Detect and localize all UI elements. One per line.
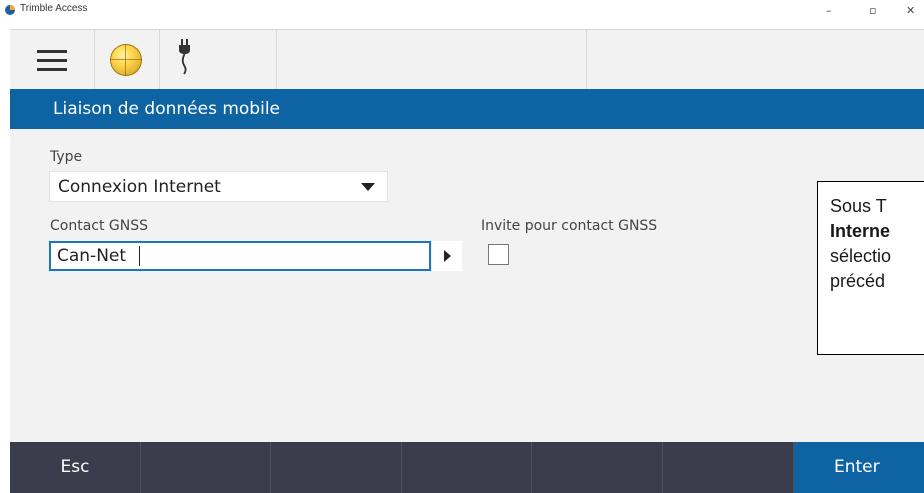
- softkey-5[interactable]: [532, 442, 663, 493]
- connection-status-button[interactable]: [160, 30, 277, 89]
- type-select[interactable]: Connexion Internet: [49, 171, 388, 202]
- window-titlebar: Trimble Access – ▫ ✕: [0, 0, 924, 29]
- enter-button[interactable]: Enter: [794, 442, 924, 493]
- dropdown-arrow-icon: [361, 183, 375, 191]
- main-toolbar: [10, 29, 924, 90]
- page-header: Liaison de données mobile: [10, 89, 924, 129]
- softkey-4[interactable]: [402, 442, 532, 493]
- maximize-button[interactable]: ▫: [869, 4, 876, 17]
- text-caret: [139, 246, 140, 266]
- map-button[interactable]: [95, 30, 160, 89]
- close-button[interactable]: ✕: [906, 4, 915, 17]
- esc-button-label: Esc: [60, 457, 90, 477]
- globe-icon: [110, 44, 142, 76]
- softkey-6[interactable]: [663, 442, 794, 493]
- softkey-3[interactable]: [271, 442, 402, 493]
- callout-line-2: Interne: [830, 221, 891, 241]
- play-arrow-icon: [444, 250, 451, 262]
- type-select-value: Connexion Internet: [58, 177, 221, 197]
- contact-gnss-input[interactable]: [49, 241, 431, 271]
- window-title: Trimble Access: [20, 3, 88, 14]
- enter-button-label: Enter: [834, 457, 880, 477]
- contact-gnss-label: Contact GNSS: [50, 218, 149, 234]
- softkey-2[interactable]: [141, 442, 271, 493]
- callout-line-4: précéd: [830, 271, 886, 291]
- trimble-logo-icon: [5, 5, 15, 15]
- power-plug-icon: [179, 39, 190, 75]
- callout-line-3: sélectio: [830, 246, 892, 266]
- esc-button[interactable]: Esc: [10, 442, 141, 493]
- page-title: Liaison de données mobile: [53, 99, 281, 119]
- type-label: Type: [50, 149, 83, 165]
- prompt-contact-label: Invite pour contact GNSS: [481, 218, 658, 234]
- softkey-bar: Esc Enter: [10, 442, 924, 493]
- contact-gnss-select-button[interactable]: [432, 241, 462, 271]
- minimize-button[interactable]: –: [826, 4, 832, 17]
- instruction-callout: Sous T Interne sélectio précéd: [817, 181, 924, 355]
- toolbar-divider: [586, 30, 587, 89]
- menu-button[interactable]: [10, 30, 95, 89]
- callout-line-1: Sous T: [830, 196, 887, 216]
- prompt-contact-checkbox[interactable]: [488, 244, 509, 265]
